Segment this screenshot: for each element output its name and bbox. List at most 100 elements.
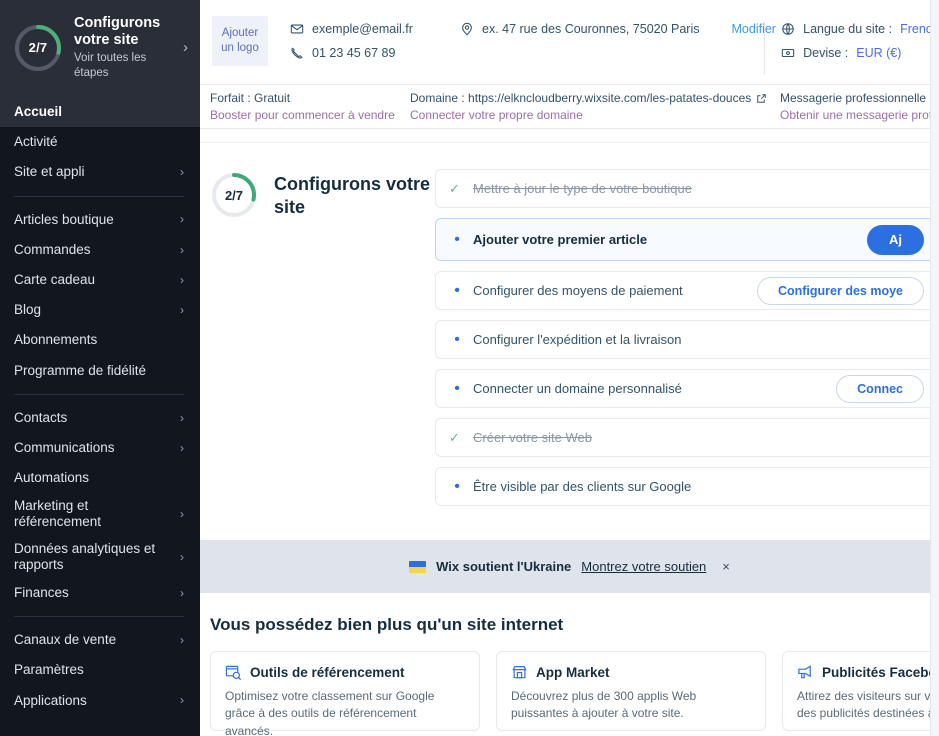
sidebar-setup-banner[interactable]: 2/7 Configurons votre site Voir toutes l…: [0, 0, 200, 97]
chevron-right-icon[interactable]: ›: [183, 39, 190, 56]
sidebar-item-canaux-de-vente[interactable]: Canaux de vente ›: [0, 625, 200, 655]
sidebar-item-articles-boutique[interactable]: Articles boutique ›: [0, 205, 200, 235]
setup-task-row[interactable]: • Être visible par des clients sur Google: [435, 467, 939, 506]
sidebar-item-blog[interactable]: Blog ›: [0, 295, 200, 325]
sidebar-item-carte-cadeau[interactable]: Carte cadeau ›: [0, 265, 200, 295]
chevron-right-icon[interactable]: ›: [180, 633, 184, 647]
setup-task-action-button[interactable]: Configurer des moye: [756, 276, 924, 305]
sidebar-separator: [14, 393, 184, 395]
feature-card-head: Publicités Facebook: [797, 664, 939, 681]
setup-task-action-button[interactable]: Connec: [836, 374, 924, 403]
sidebar-item-communications[interactable]: Communications ›: [0, 433, 200, 463]
feature-card-description: Attirez des visiteurs sur votre site grâ…: [797, 689, 939, 721]
sidebar-item-label: Programme de fidélité: [14, 362, 147, 378]
feature-card[interactable]: App Market Découvrez plus de 300 applis W…: [496, 651, 766, 731]
email-row[interactable]: exemple@email.fr: [290, 22, 460, 36]
get-mailbox-link[interactable]: Obtenir une messagerie profes: [780, 107, 939, 124]
currency-row[interactable]: Devise : EUR (€): [781, 46, 939, 60]
chevron-right-icon[interactable]: ›: [180, 243, 184, 257]
section-spacer: [200, 129, 939, 143]
sidebar-item-label: Abonnements: [14, 332, 98, 348]
setup-task-row[interactable]: • Configurer des moyens de paiement Config…: [435, 271, 939, 310]
sidebar-item-label: Carte cadeau: [14, 271, 96, 287]
close-icon[interactable]: ×: [722, 559, 730, 574]
connect-domain-link[interactable]: Connecter votre propre domaine: [410, 107, 770, 124]
page-right-edge: [930, 0, 939, 736]
address-row[interactable]: ex. 47 rue des Couronnes, 75020 Paris: [460, 22, 700, 36]
edit-business-info-button[interactable]: Modifier: [726, 22, 776, 36]
sidebar-item-accueil[interactable]: Accueil: [0, 97, 200, 128]
phone-icon: [291, 47, 303, 59]
topbar-divider: [764, 22, 766, 74]
add-logo-line2: un logo: [221, 42, 259, 54]
chevron-right-icon[interactable]: ›: [180, 273, 184, 287]
phone-row[interactable]: 01 23 45 67 89: [290, 46, 460, 60]
currency-value[interactable]: EUR (€): [856, 46, 901, 60]
feature-card-head: App Market: [511, 664, 751, 681]
sidebar-item-label: Activité: [14, 134, 58, 150]
sidebar-item-finances[interactable]: Finances ›: [0, 578, 200, 608]
feature-card-title: Publicités Facebook: [822, 665, 939, 680]
sidebar-item-label: Marketing et référencement: [14, 498, 102, 530]
chevron-right-icon[interactable]: ›: [180, 303, 184, 317]
sidebar-item-activit[interactable]: Activité: [0, 127, 200, 157]
more-than-website-section: Vous possédez bien plus qu'un site inter…: [200, 593, 939, 736]
setup-progress-label: 2/7: [224, 187, 244, 203]
chevron-right-icon[interactable]: ›: [180, 550, 184, 564]
sidebar-item-site-et-appli[interactable]: Site et appli ›: [0, 157, 200, 187]
sidebar-item-contacts[interactable]: Contacts ›: [0, 403, 200, 433]
setup-panel: 2/7 Configurons votre site ✓ Mettre à jou…: [200, 143, 939, 516]
check-icon: ✓: [449, 430, 460, 445]
more-section-title: Vous possédez bien plus qu'un site inter…: [210, 615, 564, 634]
contact-column: exemple@email.fr 01 23 45 67 89: [290, 10, 460, 60]
mailbox-cell: Messagerie professionnelle : N Obtenir u…: [770, 90, 939, 125]
address-column: ex. 47 rue des Couronnes, 75020 Paris Mo…: [460, 10, 776, 36]
chevron-right-icon[interactable]: ›: [180, 693, 184, 707]
feature-card[interactable]: Publicités Facebook Attirez des visiteurs…: [782, 651, 939, 731]
globe-icon: [782, 23, 794, 35]
sidebar-item-donn-es-analytiques-et-rapports[interactable]: Données analytiques et rapports ›: [0, 536, 200, 578]
sidebar-item-abonnements[interactable]: Abonnements: [0, 325, 200, 355]
domain-label: Domaine : https://elkncloudberry.wixsite…: [410, 91, 752, 105]
setup-task-row[interactable]: ✓ Mettre à jour le type de votre boutique: [435, 169, 939, 208]
feature-card-head: Outils de référencement: [225, 664, 465, 681]
setup-task-row[interactable]: • Connecter un domaine personnalisé Connec: [435, 369, 939, 408]
setup-panel-header: 2/7 Configurons votre site: [200, 169, 435, 516]
dashboard-root: 2/7 Configurons votre site Voir toutes l…: [0, 0, 939, 736]
sidebar-item-label: Automations: [14, 470, 90, 486]
sidebar-item-applications[interactable]: Applications ›: [0, 686, 200, 716]
setup-task-row[interactable]: • Ajouter votre premier article Aj: [435, 218, 939, 261]
sidebar-nav: Accueil Activité Site et appli › Articles bo…: [0, 97, 200, 736]
setup-task-action-button[interactable]: Aj: [867, 224, 924, 255]
chevron-right-icon[interactable]: ›: [180, 411, 184, 425]
sidebar-item-label: Applications: [14, 692, 87, 708]
sidebar-item-marketing-et-r-f-rencement[interactable]: Marketing et référencement ›: [0, 493, 200, 535]
site-language-row[interactable]: Langue du site : French: [781, 22, 939, 36]
sidebar-item-commandes[interactable]: Commandes ›: [0, 235, 200, 265]
plan-upgrade-link[interactable]: Booster pour commencer à vendre: [210, 107, 400, 124]
sidebar-item-label: Contacts: [14, 409, 68, 425]
sidebar-item-param-tres[interactable]: Paramètres: [0, 655, 200, 685]
ukraine-banner-link[interactable]: Montrez votre soutien: [581, 559, 706, 574]
setup-task-row[interactable]: ✓ Créer votre site Web: [435, 418, 939, 457]
check-icon: ✓: [449, 181, 460, 196]
sidebar-item-label: Articles boutique: [14, 211, 114, 227]
setup-task-list: ✓ Mettre à jour le type de votre boutique…: [435, 169, 939, 516]
chevron-right-icon[interactable]: ›: [180, 507, 184, 521]
setup-task-row[interactable]: • Configurer l'expédition et la livraison: [435, 320, 939, 359]
sidebar-item-programme-de-fid-lit[interactable]: Programme de fidélité: [0, 356, 200, 386]
setup-task-label: Être visible par des clients sur Google: [473, 479, 692, 494]
ukraine-banner-text: Wix soutient l'Ukraine: [436, 559, 572, 574]
chevron-right-icon[interactable]: ›: [180, 165, 184, 179]
add-logo-button[interactable]: Ajouter un logo: [212, 16, 268, 66]
domain-label-wrap: Domaine : https://elkncloudberry.wixsite…: [410, 90, 770, 107]
chevron-right-icon[interactable]: ›: [180, 212, 184, 226]
chevron-right-icon[interactable]: ›: [180, 586, 184, 600]
chevron-right-icon[interactable]: ›: [180, 441, 184, 455]
bullet-icon: •: [454, 230, 460, 248]
sidebar-item-automations[interactable]: Automations: [0, 463, 200, 493]
feature-card[interactable]: Outils de référencement Optimisez votre c…: [210, 651, 480, 736]
external-link-icon[interactable]: [756, 93, 767, 104]
sidebar-item-label: Commandes: [14, 241, 91, 257]
feature-card-description: Découvrez plus de 300 applis Web puissan…: [511, 689, 697, 721]
